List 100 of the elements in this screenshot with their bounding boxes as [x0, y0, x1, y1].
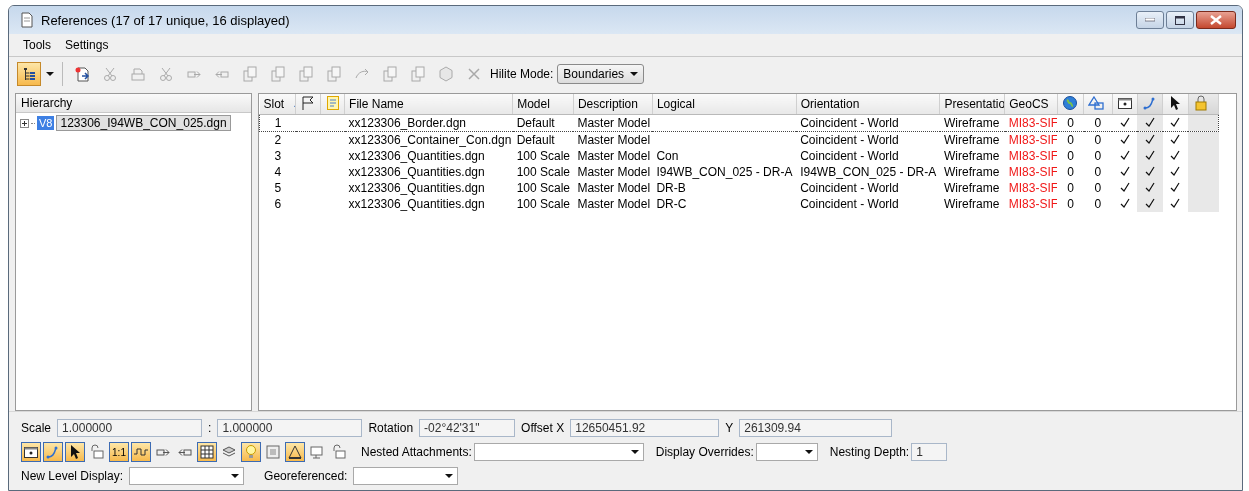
- scale-field[interactable]: 1.000000: [57, 419, 203, 437]
- nested-attachments-label: Nested Attachments:: [361, 445, 472, 459]
- table-cell-text: 3: [273, 148, 283, 164]
- offset-x-label: Offset X: [521, 421, 565, 435]
- toggle-button[interactable]: [263, 442, 283, 462]
- tree-icon: [21, 66, 37, 82]
- toggle-button[interactable]: [21, 442, 41, 462]
- menu-item[interactable]: Settings: [63, 38, 111, 52]
- offset-x-field[interactable]: 12650451.92: [570, 419, 720, 437]
- checkmark-icon: [1170, 150, 1181, 160]
- georeferenced-dropdown[interactable]: [353, 467, 459, 485]
- table-cell: xx123306_Container_Con.dgn: [344, 131, 513, 148]
- nested-attachments-dropdown[interactable]: [473, 443, 644, 461]
- table-cell-text: Master Model: [576, 180, 652, 196]
- column-header[interactable]: [1162, 94, 1189, 115]
- table-cell: 2: [259, 131, 296, 148]
- caret-icon: [804, 450, 813, 454]
- scale-toggle[interactable]: 1:1: [109, 442, 129, 462]
- nesting-depth-field[interactable]: 1: [911, 443, 948, 461]
- toggle-button[interactable]: [65, 442, 85, 462]
- hilite-mode-dropdown[interactable]: Boundaries: [557, 64, 645, 84]
- table-row[interactable]: 2 xx123306_Container_Con.dgn Default Master Model Coincident - World Wireframe MI83-SIF 0 0: [259, 131, 1219, 148]
- new-level-display-dropdown[interactable]: [129, 467, 245, 485]
- table-cell: Wireframe: [939, 114, 1005, 132]
- minimize-button[interactable]: [1136, 11, 1164, 29]
- check-cell[interactable]: [1137, 196, 1163, 212]
- toggle-button[interactable]: [197, 442, 217, 462]
- column-header[interactable]: [1112, 94, 1138, 115]
- page-icon: [324, 94, 341, 111]
- display-overrides-dropdown[interactable]: [755, 443, 818, 461]
- column-header[interactable]: Orientation: [796, 94, 940, 115]
- table-cell-text: Coincident - World: [799, 180, 900, 196]
- scale-field[interactable]: 1.000000: [217, 419, 363, 437]
- table-cell: 0: [1057, 131, 1084, 148]
- table-cell-text: 0: [1093, 164, 1103, 180]
- caret-icon: [231, 474, 240, 478]
- table-cell-text: Wireframe: [942, 180, 1001, 196]
- table-cell-text: MI83-SIF: [1007, 196, 1058, 212]
- checkmark-icon: [1119, 198, 1130, 208]
- table-cell-text: Wireframe: [942, 148, 1001, 164]
- column-header[interactable]: Model: [512, 94, 574, 115]
- table-cell-text: 0: [1093, 148, 1103, 164]
- toggle-button[interactable]: [285, 442, 305, 462]
- table-cell-text: I94WB_CON_025 - DR-A: [655, 164, 794, 180]
- table-row[interactable]: 1 xx123306_Border.dgn Default Master Model Coincident - World Wireframe MI83-SIF 0 0: [259, 114, 1219, 132]
- column-header[interactable]: Logical: [652, 94, 797, 115]
- checkmark-icon: [1145, 134, 1156, 144]
- open-lock-icon: [89, 444, 105, 460]
- checkmark-icon: [1170, 134, 1181, 144]
- caret-icon: [630, 72, 639, 76]
- toggle-button[interactable]: [241, 442, 261, 462]
- maximize-button[interactable]: [1166, 11, 1194, 29]
- caret-icon: [46, 72, 54, 76]
- column-header[interactable]: GeoCS: [1004, 94, 1058, 115]
- table-row[interactable]: 6 xx123306_Quantities.dgn 100 Scale Master Model DR-C Coincident - World Wireframe MI83-SIF 0 0: [259, 196, 1219, 212]
- checkmark-icon: [1119, 150, 1130, 160]
- globe-icon: [1061, 94, 1078, 111]
- table-cell-text: 100 Scale: [515, 180, 571, 196]
- column-header[interactable]: File Name: [344, 94, 513, 115]
- rotation-field[interactable]: -02°42'31": [419, 419, 516, 437]
- checkmark-icon: [1119, 117, 1130, 127]
- column-header[interactable]: Description: [573, 94, 653, 115]
- table-cell-text: MI83-SIF: [1007, 164, 1058, 180]
- table-cell-text: Master Model: [576, 164, 652, 180]
- menu-item[interactable]: Tools: [21, 38, 53, 52]
- check-cell[interactable]: [1137, 131, 1163, 148]
- copy-icon: [298, 66, 314, 82]
- offset-y-field[interactable]: 261309.94: [739, 419, 893, 437]
- cube-icon: [438, 66, 454, 82]
- table-cell: Master Model: [573, 114, 653, 132]
- table-cell: Master Model: [573, 131, 653, 148]
- table-cell-text: MI83-SIF: [1007, 148, 1058, 164]
- table-cell: Coincident - World: [796, 131, 940, 148]
- table-cell: Default: [512, 131, 574, 148]
- column-header[interactable]: Presentatio: [939, 94, 1005, 115]
- cross-icon: [466, 66, 482, 82]
- minimize-icon: [1145, 18, 1155, 22]
- table-row[interactable]: 5 xx123306_Quantities.dgn 100 Scale Master Model DR-B Coincident - World Wireframe MI83-SIF 0 0: [259, 180, 1219, 196]
- table-cell-text: 100 Scale: [515, 196, 571, 212]
- tree-item[interactable]: 123306_I94WB_CON_025.dgn: [56, 115, 231, 131]
- table-row[interactable]: 3 xx123306_Quantities.dgn 100 Scale Master Model Con Coincident - World Wireframe MI83-SIF 0 0: [259, 148, 1219, 164]
- attach-page-icon: [74, 66, 90, 82]
- grid-icon: [199, 444, 215, 460]
- toggle-button[interactable]: [131, 442, 151, 462]
- checkmark-icon: [1170, 198, 1181, 208]
- table-cell-text: 5: [273, 180, 283, 196]
- table-cell-text: I94WB_CON_025 - DR-A: [799, 164, 938, 180]
- toolbar-button[interactable]: [17, 62, 41, 86]
- table-cell: xx123306_Border.dgn: [344, 114, 513, 132]
- caret-icon: [445, 474, 454, 478]
- checkmark-icon: [1145, 150, 1156, 160]
- table-cell-text: 0: [1093, 180, 1103, 196]
- column-header[interactable]: Slot: [259, 94, 296, 115]
- checkmark-icon: [1170, 117, 1181, 127]
- table-cell-text: Coincident - World: [799, 196, 900, 212]
- table-row[interactable]: 4 xx123306_Quantities.dgn 100 Scale Master Model I94WB_CON_025 - DR-A I94WB_CON_025 - DR-A Wireframe MI83-SIF 0 0: [259, 164, 1219, 180]
- table-cell-text: xx123306_Quantities.dgn: [347, 196, 486, 212]
- close-button[interactable]: [1196, 11, 1236, 29]
- expand-icon[interactable]: [20, 118, 29, 128]
- toggle-button[interactable]: [43, 442, 63, 462]
